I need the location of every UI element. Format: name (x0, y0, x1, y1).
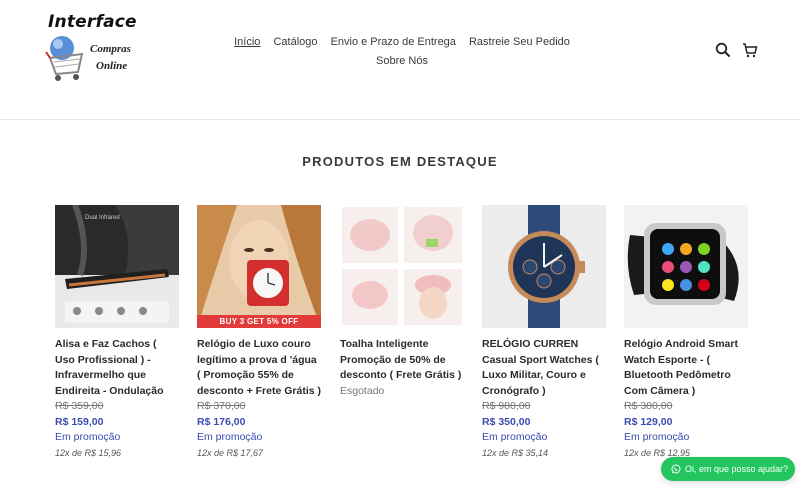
logo-subtitle-1: Compras (90, 43, 131, 55)
promo-banner-text: BUY 3 GET 5% OFF (219, 317, 299, 326)
search-button[interactable] (715, 42, 733, 60)
promo-badge: Em promoção (624, 431, 690, 443)
hair-towel-image (340, 205, 464, 328)
whatsapp-label: Oi, em que posso ajudar? (685, 464, 789, 474)
main-nav: Início Catálogo Envio e Prazo de Entrega… (222, 33, 582, 71)
product-old-price: R$ 980,00 (482, 400, 531, 412)
product-price: R$ 159,00 (55, 415, 104, 428)
whatsapp-icon (671, 464, 681, 474)
section-title: PRODUTOS EM DESTAQUE (302, 154, 498, 169)
svg-text:Dual Infrared: Dual Infrared (85, 215, 120, 221)
store-logo[interactable]: Interface Compras Online (44, 10, 154, 86)
installments-text: 12x de R$ 35,14 (482, 447, 549, 458)
leather-watch-image (197, 205, 321, 328)
product-image[interactable] (624, 205, 748, 328)
product-card[interactable]: Dual Infrared Alisa e Faz Cachos ( Uso P… (55, 205, 179, 461)
product-card[interactable]: RELÓGIO CURREN Casual Sport Watches ( Lu… (482, 205, 606, 461)
promo-badge: Em promoção (55, 431, 121, 443)
product-image[interactable]: Dual Infrared (55, 205, 179, 328)
curren-watch-image (482, 205, 606, 328)
product-name[interactable]: Relógio Android Smart Watch Esporte - ( … (624, 337, 748, 399)
shopping-cart-logo-icon (45, 36, 84, 81)
product-price: R$ 129,00 (624, 415, 673, 428)
nav-catalogo[interactable]: Catálogo (273, 33, 317, 52)
product-card[interactable]: Relógio Android Smart Watch Esporte - ( … (624, 205, 748, 461)
hair-straightener-image: Dual Infrared (55, 205, 179, 328)
promo-badge: Em promoção (482, 431, 548, 443)
search-icon (715, 42, 731, 58)
nav-rastreie[interactable]: Rastreie Seu Pedido (469, 33, 570, 52)
smart-watch-image (624, 205, 748, 328)
product-card[interactable]: BUY 3 GET 5% OFF Relógio de Luxo couro l… (197, 205, 321, 461)
cart-icon (743, 43, 758, 58)
product-name[interactable]: Alisa e Faz Cachos ( Uso Profissional ) … (55, 337, 179, 399)
product-name[interactable]: Toalha Inteligente Promoção de 50% de de… (340, 337, 464, 384)
product-price: R$ 350,00 (482, 415, 531, 428)
whatsapp-chat-button[interactable]: Oi, em que posso ajudar? (661, 457, 795, 481)
product-old-price: R$ 380,00 (624, 400, 673, 412)
installments-text: 12x de R$ 15,96 (55, 447, 122, 458)
sold-out-label: Esgotado (340, 384, 385, 397)
nav-inicio[interactable]: Início (234, 33, 260, 52)
promo-badge: Em promoção (197, 431, 263, 443)
product-price: R$ 176,00 (197, 415, 246, 428)
product-image[interactable]: BUY 3 GET 5% OFF (197, 205, 321, 328)
header-divider (0, 119, 800, 120)
product-old-price: R$ 370,00 (197, 400, 246, 412)
nav-envio[interactable]: Envio e Prazo de Entrega (331, 33, 456, 52)
logo-subtitle-2: Online (96, 60, 128, 72)
nav-sobre[interactable]: Sobre Nós (376, 52, 428, 71)
site-header: Interface Compras Online Início Catálogo… (0, 0, 800, 119)
product-image[interactable] (482, 205, 606, 328)
installments-text: 12x de R$ 17,67 (197, 447, 264, 458)
product-card[interactable]: Toalha Inteligente Promoção de 50% de de… (340, 205, 464, 399)
product-name[interactable]: RELÓGIO CURREN Casual Sport Watches ( Lu… (482, 337, 606, 399)
product-image[interactable] (340, 205, 464, 328)
product-name[interactable]: Relógio de Luxo couro legítimo a prova d… (197, 337, 321, 399)
cart-button[interactable] (742, 42, 760, 60)
logo-title: Interface (48, 12, 137, 32)
product-old-price: R$ 359,00 (55, 400, 104, 412)
